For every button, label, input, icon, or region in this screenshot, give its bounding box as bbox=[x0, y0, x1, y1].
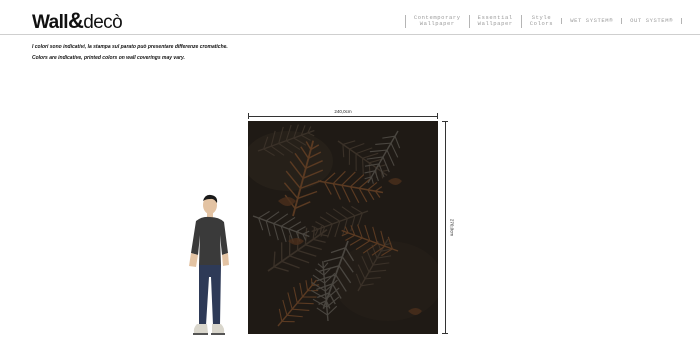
site-header: Wall&decò Contemporary Wallpaper Essenti… bbox=[0, 0, 700, 35]
nav-out-system[interactable]: OUT SYSTEM® bbox=[621, 16, 682, 25]
nav-contemporary-wallpaper[interactable]: Contemporary Wallpaper bbox=[404, 14, 469, 28]
logo-word-wall: Wall bbox=[32, 12, 69, 33]
nav-wet-system[interactable]: WET SYSTEM® bbox=[561, 16, 621, 25]
height-dimension-tick-bottom bbox=[442, 333, 448, 334]
height-dimension-label: 270,0cm bbox=[449, 218, 455, 237]
logo-word-deco: decò bbox=[83, 12, 123, 33]
nav-label-line1: WET SYSTEM® bbox=[570, 16, 614, 24]
nav-label-line1: OUT SYSTEM® bbox=[630, 16, 673, 24]
tropical-leaves-pattern bbox=[248, 121, 438, 334]
wallpaper-preview-image bbox=[248, 121, 438, 334]
nav-label-line2: Colors bbox=[529, 20, 554, 27]
person-silhouette-icon bbox=[189, 194, 229, 335]
main-nav: Contemporary Wallpaper Essential Wallpap… bbox=[404, 13, 682, 29]
width-dimension-tick-left bbox=[248, 113, 249, 119]
width-dimension-line bbox=[248, 116, 438, 117]
width-dimension-tick-right bbox=[437, 113, 438, 119]
human-scale-figure bbox=[180, 193, 235, 346]
nav-label-line2: Wallpaper bbox=[419, 20, 455, 27]
nav-style-colors[interactable]: Style Colors bbox=[520, 14, 561, 28]
nav-essential-wallpaper[interactable]: Essential Wallpaper bbox=[468, 14, 521, 28]
width-dimension-label: 240,0cm bbox=[334, 109, 352, 114]
height-dimension-tick-top bbox=[442, 121, 448, 122]
color-disclaimer-english: Colors are indicative, printed colors on… bbox=[32, 55, 185, 61]
height-dimension-line bbox=[445, 121, 446, 334]
nav-label-line2: Wallpaper bbox=[477, 20, 513, 27]
logo-ampersand: & bbox=[67, 8, 84, 33]
color-disclaimer-italian: I colori sono indicativi, la stampa sul … bbox=[32, 44, 228, 50]
wall-and-deco-logo[interactable]: Wall&decò bbox=[32, 8, 123, 34]
